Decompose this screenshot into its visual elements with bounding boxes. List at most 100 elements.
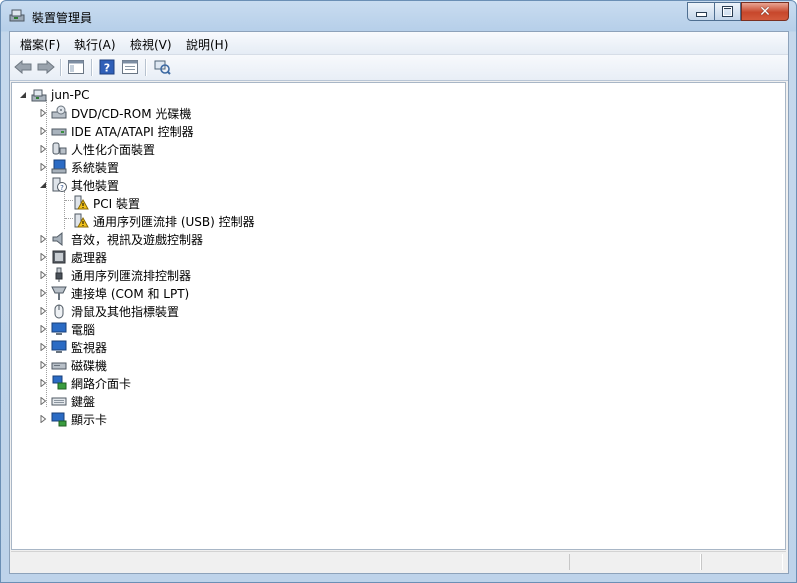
expand-arrow-icon[interactable]	[38, 307, 47, 316]
monitor-icon	[51, 339, 67, 355]
help-icon: ?	[99, 59, 115, 75]
forward-button[interactable]	[36, 58, 56, 76]
tree-root[interactable]: jun-PC	[18, 86, 90, 104]
menu-bar: 檔案(F) 執行(A) 檢視(V) 說明(H)	[10, 32, 788, 55]
expand-arrow-icon[interactable]	[38, 343, 47, 352]
tree-label: 系統裝置	[71, 160, 120, 175]
menu-action[interactable]: 執行(A)	[74, 36, 116, 53]
tree-item-other-devices[interactable]: ? 其他裝置	[38, 176, 119, 194]
speaker-icon	[51, 231, 67, 247]
keyboard-icon	[51, 393, 67, 409]
monitor-icon	[51, 321, 67, 337]
scan-hardware-button[interactable]	[152, 58, 172, 76]
tree-label: 人性化介面裝置	[71, 142, 156, 157]
tree-item-keyboards[interactable]: 鍵盤	[38, 392, 95, 410]
svg-text:?: ?	[104, 62, 110, 75]
status-pane	[701, 554, 783, 570]
back-arrow-icon	[14, 60, 32, 74]
minimize-icon	[695, 12, 707, 17]
menu-view[interactable]: 檢視(V)	[130, 36, 172, 53]
tree-item-dvd[interactable]: DVD/CD-ROM 光碟機	[38, 104, 191, 122]
tree-item-mice[interactable]: 滑鼠及其他指標裝置	[38, 302, 179, 320]
tree-item-ports[interactable]: 連接埠 (COM 和 LPT)	[38, 284, 189, 302]
ide-controller-icon	[51, 123, 67, 139]
expand-arrow-icon[interactable]	[38, 415, 47, 424]
toolbar: ?	[10, 55, 788, 81]
minimize-button[interactable]	[687, 2, 715, 21]
tree-item-hid[interactable]: 人性化介面裝置	[38, 140, 155, 158]
tree-label: 滑鼠及其他指標裝置	[71, 304, 180, 319]
system-device-icon	[51, 159, 67, 175]
tree-label: 音效，視訊及遊戲控制器	[71, 232, 204, 247]
computer-icon	[31, 87, 47, 103]
tree-item-computer[interactable]: 電腦	[38, 320, 95, 338]
expand-arrow-icon[interactable]	[38, 271, 47, 280]
expand-arrow-icon[interactable]	[38, 253, 47, 262]
device-tree[interactable]: jun-PC DVD/CD-ROM 光碟機 IDE ATA/ATAPI 控制器 …	[11, 82, 786, 550]
tree-label: jun-PC	[51, 88, 90, 102]
expand-arrow-icon[interactable]	[38, 289, 47, 298]
tree-label: 監視器	[71, 340, 108, 355]
tree-item-usb-controller-unknown[interactable]: 通用序列匯流排 (USB) 控制器	[73, 212, 255, 230]
tree-item-sound[interactable]: 音效，視訊及遊戲控制器	[38, 230, 203, 248]
port-connector-icon	[51, 285, 67, 301]
back-button[interactable]	[13, 58, 33, 76]
toolbar-separator	[145, 59, 147, 76]
expand-arrow-icon[interactable]	[38, 361, 47, 370]
expand-arrow-icon[interactable]	[38, 397, 47, 406]
expand-arrow-icon[interactable]	[38, 127, 47, 136]
tree-item-display-adapters[interactable]: 顯示卡	[38, 410, 107, 428]
tree-label: 網路介面卡	[71, 376, 132, 391]
menu-file[interactable]: 檔案(F)	[20, 36, 60, 53]
usb-plug-icon	[51, 267, 67, 283]
status-pane	[569, 554, 701, 570]
expand-arrow-icon[interactable]	[38, 235, 47, 244]
expand-arrow-icon[interactable]	[38, 325, 47, 334]
window-title: 裝置管理員	[32, 11, 93, 25]
tree-line	[65, 200, 73, 201]
tree-label: 鍵盤	[71, 394, 96, 409]
expand-arrow-icon[interactable]	[38, 145, 47, 154]
collapse-arrow-icon[interactable]	[38, 181, 47, 190]
title-bar[interactable]: 裝置管理員 ✕	[1, 1, 796, 31]
expand-arrow-icon[interactable]	[38, 379, 47, 388]
close-button[interactable]: ✕	[741, 2, 789, 21]
display-adapter-icon	[51, 411, 67, 427]
help-button[interactable]: ?	[97, 58, 117, 76]
maximize-icon	[722, 6, 733, 17]
warning-device-icon	[73, 195, 89, 211]
collapse-arrow-icon[interactable]	[18, 91, 27, 100]
properties-icon	[122, 60, 138, 74]
expand-arrow-icon[interactable]	[38, 109, 47, 118]
scan-hardware-icon	[154, 60, 171, 75]
tree-item-disk-drives[interactable]: 磁碟機	[38, 356, 107, 374]
tree-item-monitors[interactable]: 監視器	[38, 338, 107, 356]
disk-drive-icon	[51, 357, 67, 373]
tree-line	[65, 218, 73, 219]
tree-label: 其他裝置	[71, 178, 120, 193]
menu-help[interactable]: 說明(H)	[186, 36, 228, 53]
device-manager-app-icon	[9, 9, 25, 22]
tree-line	[64, 191, 65, 229]
tree-item-network-adapters[interactable]: 網路介面卡	[38, 374, 131, 392]
svg-text:?: ?	[60, 184, 64, 192]
expand-arrow-icon[interactable]	[38, 163, 47, 172]
maximize-button[interactable]	[714, 2, 741, 21]
tree-label: 磁碟機	[71, 358, 108, 373]
mouse-icon	[51, 303, 67, 319]
tree-item-ide[interactable]: IDE ATA/ATAPI 控制器	[38, 122, 194, 140]
tree-label: PCI 裝置	[93, 196, 140, 211]
tree-item-pci-device[interactable]: PCI 裝置	[73, 194, 140, 212]
tree-item-processor[interactable]: 處理器	[38, 248, 107, 266]
show-hide-tree-button[interactable]	[66, 58, 86, 76]
close-icon: ✕	[759, 3, 771, 20]
toolbar-separator	[60, 59, 62, 76]
status-bar	[11, 551, 786, 573]
tree-item-usb-controllers[interactable]: 通用序列匯流排控制器	[38, 266, 191, 284]
dvd-drive-icon	[51, 105, 67, 121]
tree-label: 通用序列匯流排 (USB) 控制器	[93, 214, 255, 229]
hid-icon	[51, 141, 67, 157]
properties-button[interactable]	[120, 58, 140, 76]
forward-arrow-icon	[37, 60, 55, 74]
tree-item-system[interactable]: 系統裝置	[38, 158, 119, 176]
